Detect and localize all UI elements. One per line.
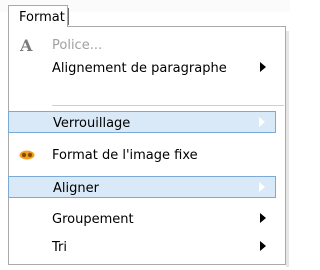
menu-item-label: Verrouillage [53, 116, 131, 131]
menu-item-aligner[interactable]: Aligner [8, 176, 276, 198]
menu-item-label: Aligner [53, 181, 99, 196]
menu-item-verrouillage[interactable]: Verrouillage [8, 111, 276, 133]
menubar-separator [68, 8, 69, 25]
format-menu-tab[interactable]: Format [8, 5, 68, 27]
submenu-arrow-icon [259, 117, 265, 127]
submenu-arrow-icon [260, 213, 266, 223]
image-format-icon [19, 150, 35, 160]
menu-item-alignement-paragraphe[interactable]: Alignement de paragraphe [8, 57, 276, 79]
menu-item-label: Format de l'image fixe [52, 148, 198, 163]
menu-separator [52, 105, 284, 106]
menu-item-label: Alignement de paragraphe [52, 61, 227, 76]
format-menu-title: Format [19, 10, 65, 25]
menu-item-police[interactable]: A Police... [8, 34, 276, 56]
submenu-arrow-icon [259, 182, 265, 192]
submenu-arrow-icon [260, 62, 266, 72]
submenu-arrow-icon [260, 241, 266, 251]
menu-item-label: Groupement [52, 212, 134, 227]
menu-item-format-image-fixe[interactable]: Format de l'image fixe [8, 144, 276, 166]
menu-item-label: Police... [52, 38, 103, 53]
menu-item-label: Tri [52, 240, 67, 255]
menu-item-groupement[interactable]: Groupement [8, 208, 276, 230]
menu-item-tri[interactable]: Tri [8, 236, 276, 258]
font-a-icon: A [20, 36, 33, 55]
